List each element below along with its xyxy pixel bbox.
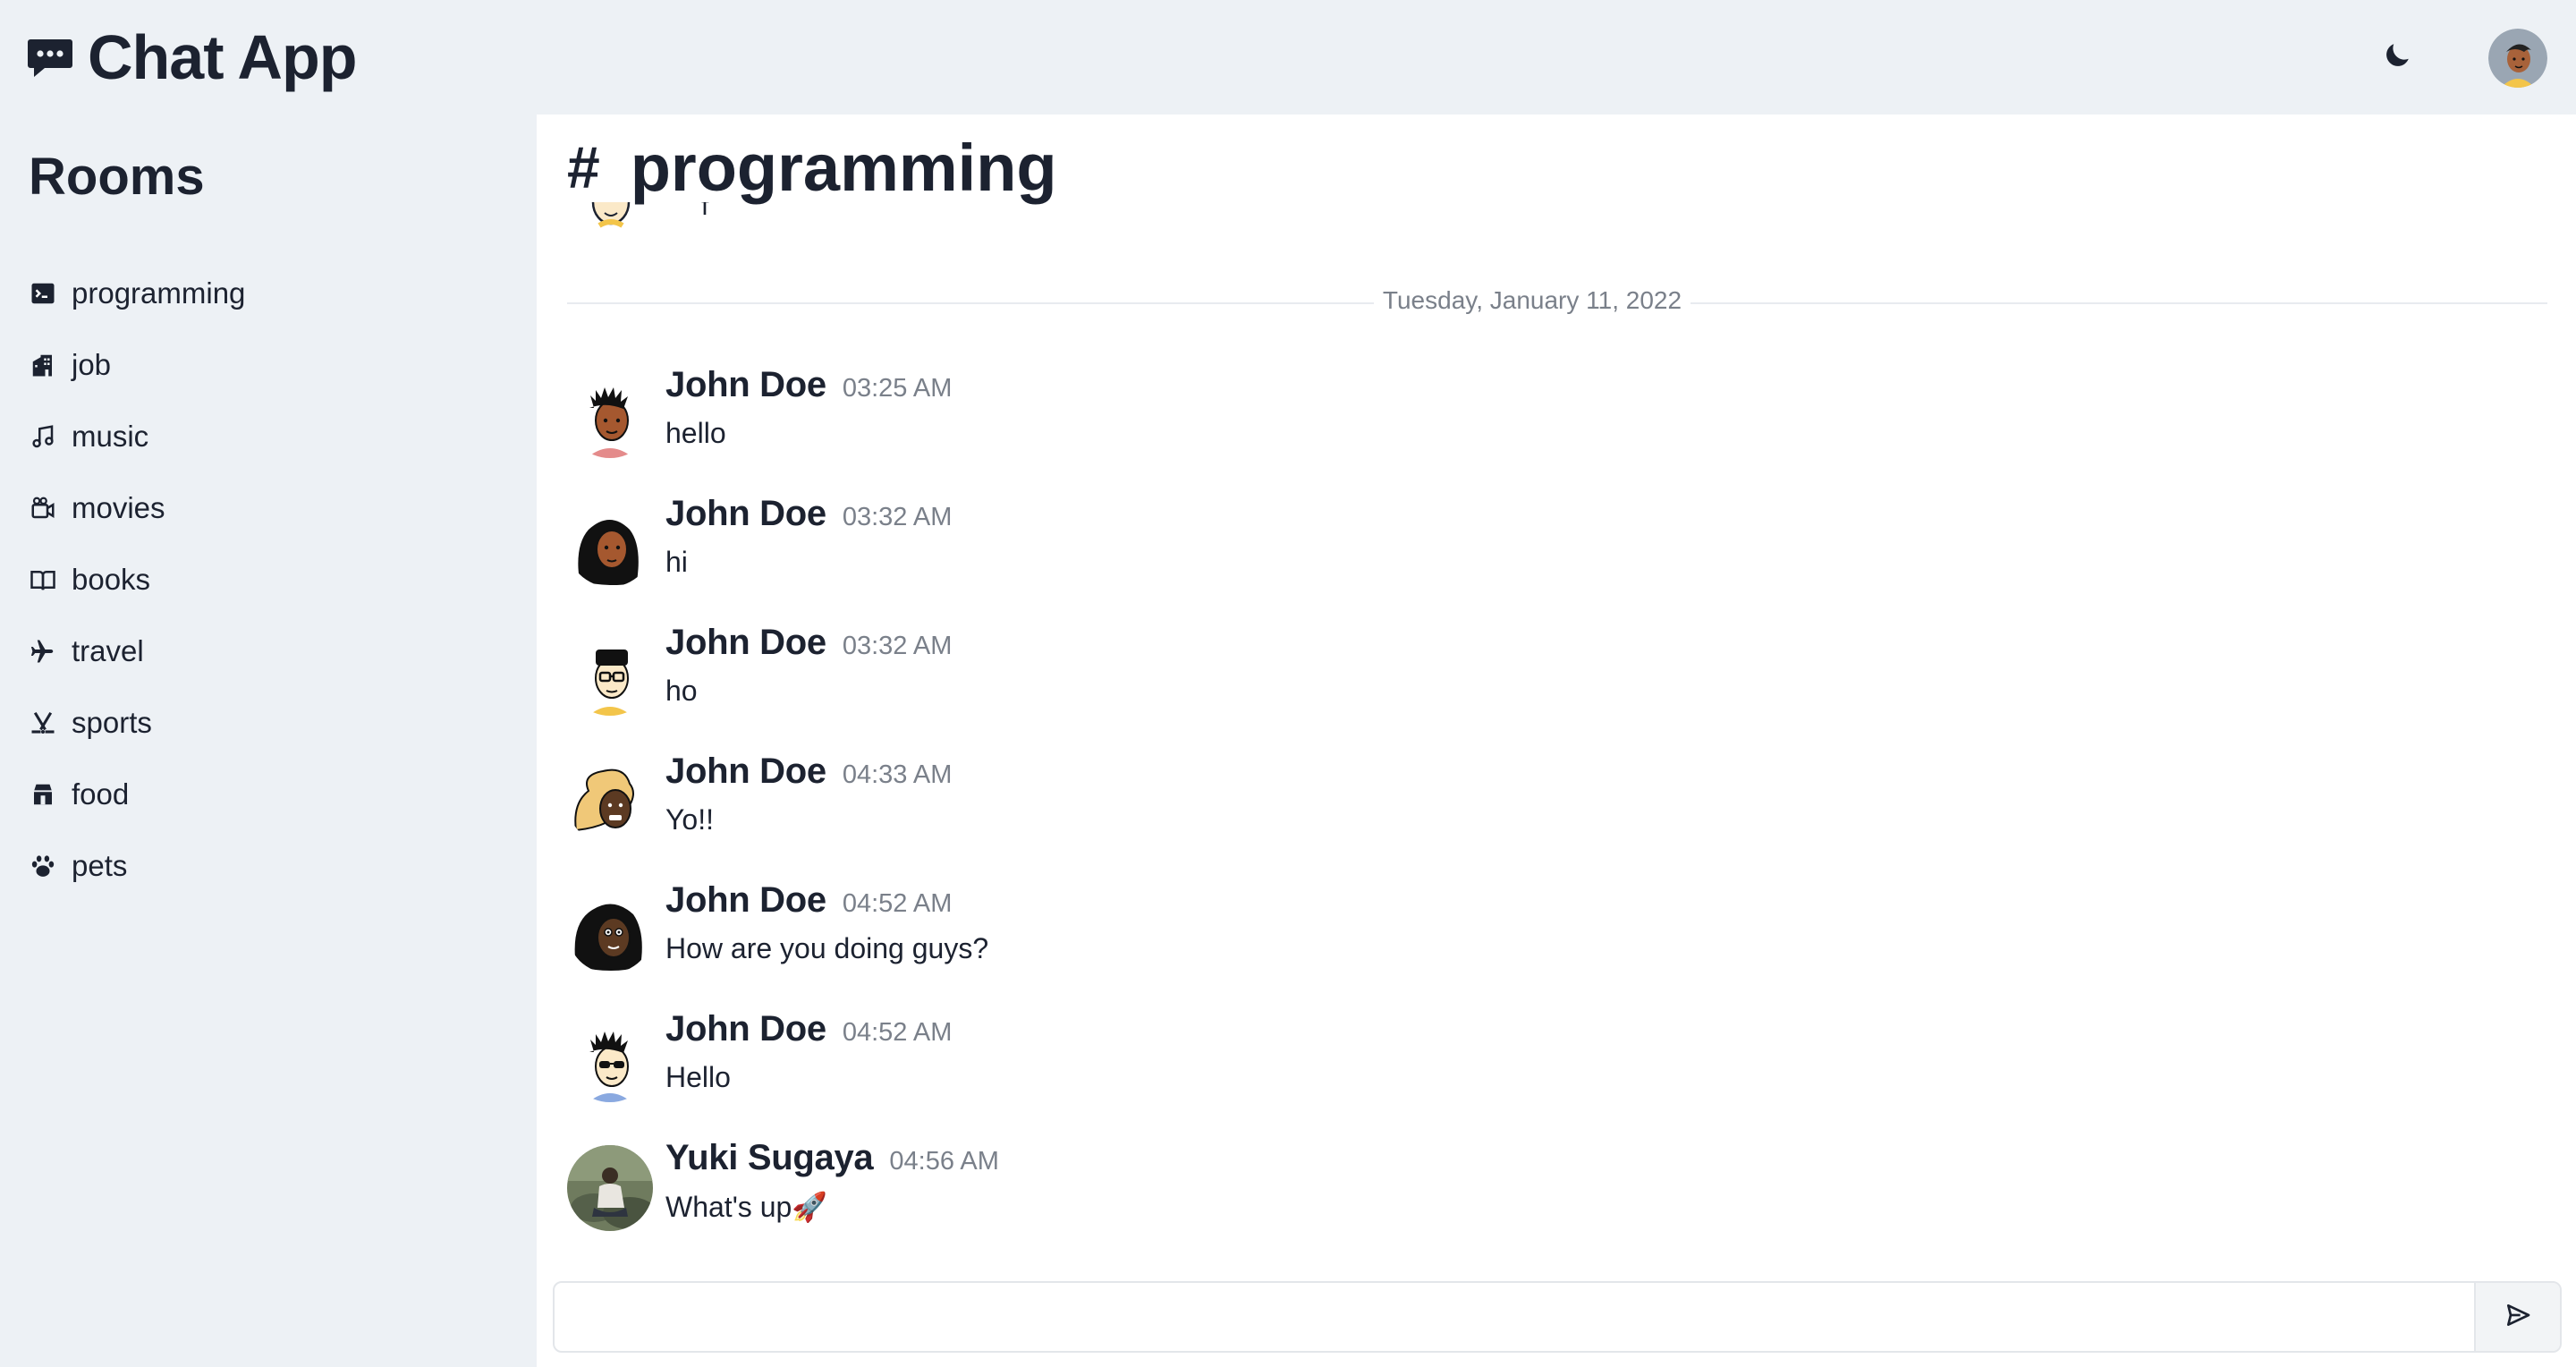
channel-title: programming [630,130,1057,205]
hash-icon: # [567,134,600,200]
date-divider-label: Tuesday, January 11, 2022 [1374,286,1690,315]
message-input[interactable] [555,1283,2476,1351]
sidebar-item-label: food [72,777,130,811]
sidebar-item-programming[interactable]: programming [29,258,245,329]
sidebar-item-label: job [72,348,112,381]
sidebar-item-music[interactable]: music [29,401,245,472]
avatar[interactable] [567,759,653,845]
message-author[interactable]: John Doe [665,365,826,405]
sidebar: Rooms programming job music movies books… [0,115,537,1367]
room-list: programming job music movies books trave… [29,258,245,902]
message-timestamp: 04:52 AM [842,1018,953,1047]
paw-icon [29,852,57,880]
message: John Doe 04:33 AM Yo!! [567,751,2535,859]
avatar[interactable] [2488,29,2547,88]
sidebar-item-movies[interactable]: movies [29,472,245,544]
message-text: How are you doing guys? [665,932,989,964]
message-partial: f [572,202,1199,234]
avatar [580,202,642,229]
message: Yuki Sugaya 04:56 AM What's up🚀 [567,1138,2535,1245]
sidebar-item-food[interactable]: food [29,759,245,830]
app-title: Chat App [88,22,357,92]
message-author[interactable]: Yuki Sugaya [665,1138,874,1178]
sidebar-item-books[interactable]: books [29,544,245,616]
message-text: Hello [665,1061,731,1093]
message: John Doe 04:52 AM Hello [567,1009,2535,1117]
message: John Doe 03:25 AM hello [567,365,2535,472]
message: John Doe 03:32 AM ho [567,623,2535,730]
send-icon [2504,1301,2532,1334]
hockey-icon [29,709,57,737]
message-text: hi [665,546,688,578]
theme-toggle-button[interactable] [2376,36,2419,79]
sidebar-item-label: movies [72,491,165,524]
message-author[interactable]: John Doe [665,494,826,534]
message-text: What's up🚀 [665,1191,828,1223]
message-timestamp: 04:33 AM [842,760,953,789]
message: John Doe 03:32 AM hi [567,494,2535,601]
sidebar-item-label: music [72,420,149,453]
chat-panel: # programming f Tuesday, January 11, 202… [537,115,2576,1367]
avatar[interactable] [567,372,653,458]
message-text: Yo!! [665,803,714,836]
sidebar-item-label: programming [72,276,246,310]
avatar[interactable] [567,1016,653,1102]
channel-header: # programming [567,127,1057,208]
sidebar-item-travel[interactable]: travel [29,616,245,687]
sidebar-item-label: pets [72,849,128,882]
message-author[interactable]: John Doe [665,1009,826,1049]
chat-bubble-icon [27,36,73,79]
sidebar-item-label: books [72,563,151,596]
message-text: f [701,202,709,221]
send-button[interactable] [2474,1283,2560,1351]
terminal-icon [29,279,57,308]
message-author[interactable]: John Doe [665,623,826,663]
sidebar-item-job[interactable]: job [29,329,245,401]
message-text: ho [665,675,698,707]
message-author[interactable]: John Doe [665,880,826,921]
sidebar-item-sports[interactable]: sports [29,687,245,759]
message-text: hello [665,417,726,449]
message-timestamp: 03:32 AM [842,503,953,531]
open-book-icon [29,565,57,594]
avatar[interactable] [567,887,653,973]
message-timestamp: 03:32 AM [842,632,953,660]
avatar[interactable] [567,630,653,716]
sidebar-item-pets[interactable]: pets [29,830,245,902]
top-bar: Chat App [0,0,2576,115]
office-building-icon [29,351,57,379]
airplane-icon [29,637,57,666]
message-timestamp: 03:25 AM [842,374,953,403]
avatar[interactable] [567,1145,653,1231]
moon-icon [2381,39,2413,76]
store-icon [29,780,57,809]
avatar[interactable] [567,501,653,587]
message: John Doe 04:52 AM How are you doing guys… [567,880,2535,988]
message-composer [553,1281,2562,1353]
rooms-heading: Rooms [29,148,205,206]
sidebar-item-label: travel [72,634,144,667]
message-timestamp: 04:52 AM [842,889,953,918]
message-timestamp: 04:56 AM [889,1147,999,1176]
message-author[interactable]: John Doe [665,751,826,792]
video-camera-icon [29,494,57,522]
brand[interactable]: Chat App [27,22,357,92]
music-note-icon [29,422,57,451]
sidebar-item-label: sports [72,706,152,739]
